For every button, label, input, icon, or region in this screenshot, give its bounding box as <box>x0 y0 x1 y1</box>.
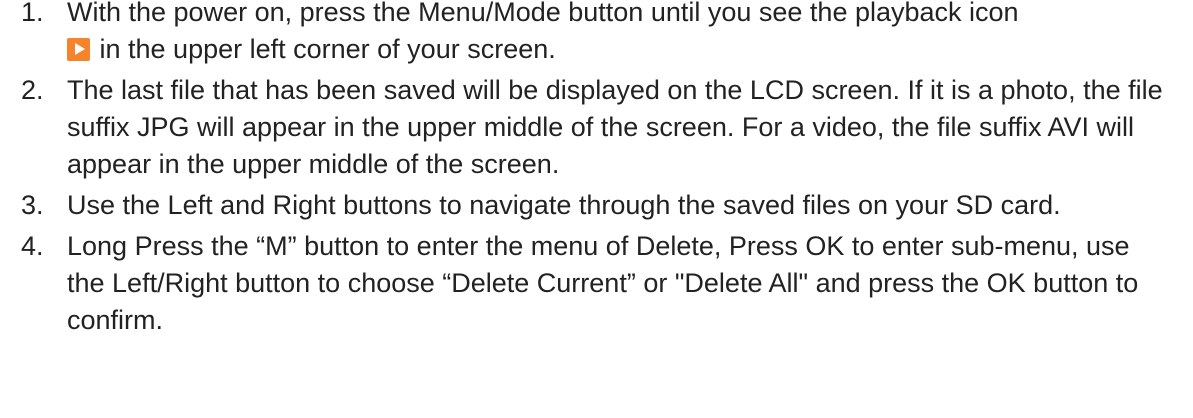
playback-icon <box>67 38 90 61</box>
instruction-step-4: 4. Long Press the “M” button to enter th… <box>0 228 1193 339</box>
instruction-step-2: 2. The last file that has been saved wil… <box>0 72 1193 183</box>
instruction-step-3: 3. Use the Left and Right buttons to nav… <box>0 187 1193 224</box>
step-text: Long Press the “M” button to enter the m… <box>67 231 1139 335</box>
step-number: 3. <box>21 190 44 220</box>
step-text: The last file that has been saved will b… <box>67 75 1163 179</box>
step-text: Use the Left and Right buttons to naviga… <box>67 190 1061 220</box>
step-number: 2. <box>21 75 44 105</box>
instruction-step-1: 1. With the power on, press the Menu/Mod… <box>0 0 1193 68</box>
step-number: 4. <box>21 231 44 261</box>
instruction-list: 1. With the power on, press the Menu/Mod… <box>0 0 1193 339</box>
step-text-continued: in the upper left corner of your screen. <box>92 34 556 64</box>
step-text: With the power on, press the Menu/Mode b… <box>67 0 1019 27</box>
step-number: 1. <box>21 0 44 27</box>
